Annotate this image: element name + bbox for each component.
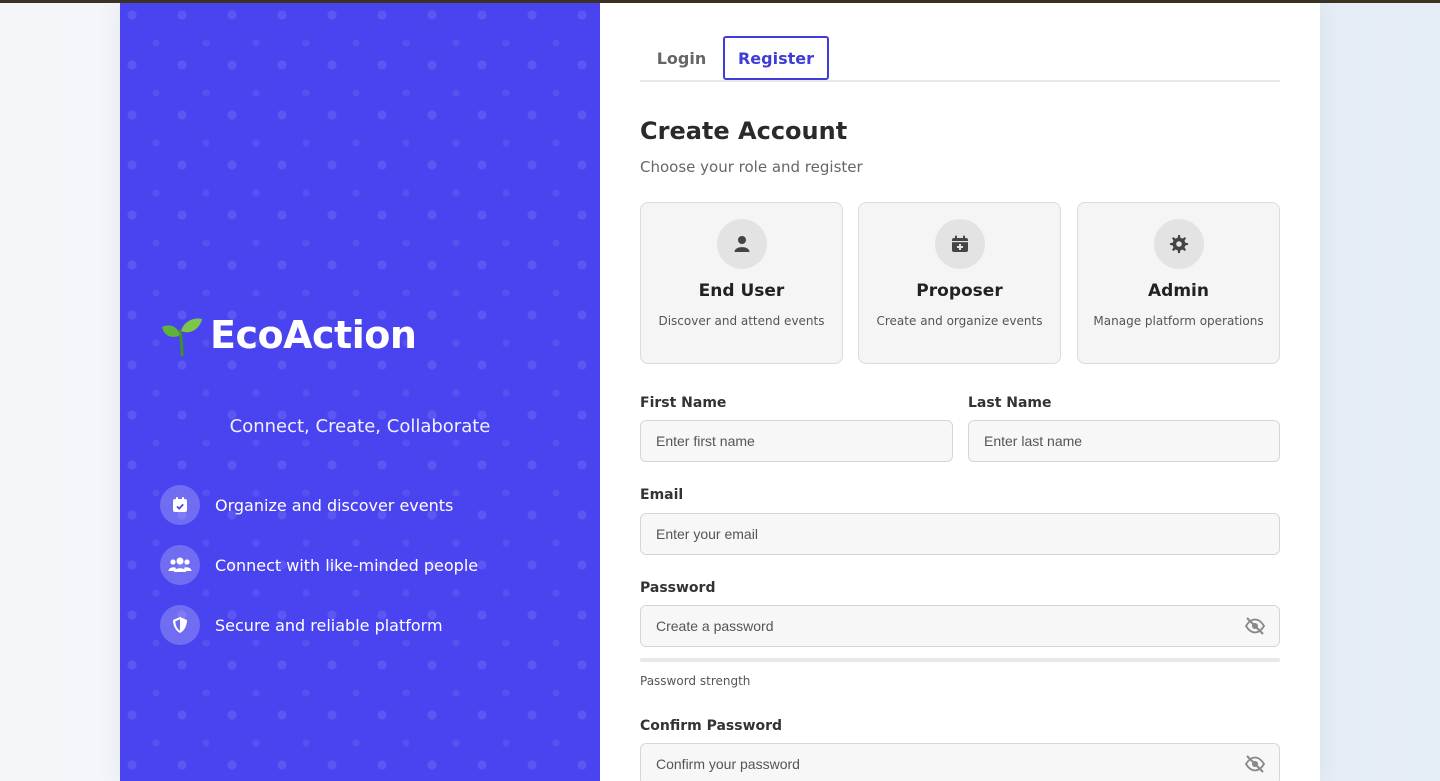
role-selector: End User Discover and attend events Prop… [640, 202, 1280, 364]
calendar-check-icon [160, 485, 200, 525]
gear-icon [1153, 219, 1204, 269]
email-label: Email [640, 487, 684, 503]
user-icon [716, 219, 767, 269]
feature-item: Secure and reliable platform [160, 605, 478, 645]
feature-item: Connect with like-minded people [160, 545, 478, 585]
feature-label: Connect with like-minded people [215, 555, 479, 575]
confirm-password-input[interactable] [640, 743, 1280, 781]
role-description: Create and organize events [876, 314, 1043, 328]
sprout-icon [162, 318, 202, 357]
role-card-proposer[interactable]: Proposer Create and organize events [858, 202, 1061, 364]
confirm-password-label: Confirm Password [640, 718, 783, 734]
feature-list: Organize and discover events Connect wit… [160, 485, 478, 665]
last-name-input[interactable] [968, 420, 1280, 462]
role-title: Admin [1148, 281, 1209, 301]
page-title: Create Account [640, 117, 848, 145]
auth-card: EcoAction Connect, Create, Collaborate O… [120, 3, 1320, 781]
register-panel: Login Register Create Account Choose you… [640, 3, 1280, 781]
auth-tabs: Login Register [640, 36, 1280, 82]
feature-label: Secure and reliable platform [215, 615, 443, 635]
role-description: Manage platform operations [1093, 314, 1264, 328]
brand-tagline: Connect, Create, Collaborate [229, 416, 491, 437]
role-card-admin[interactable]: Admin Manage platform operations [1077, 202, 1280, 364]
last-name-label: Last Name [968, 395, 1052, 411]
feature-item: Organize and discover events [160, 485, 478, 525]
page-subtitle: Choose your role and register [640, 158, 863, 176]
brand-name: EcoAction [210, 313, 417, 357]
role-card-end-user[interactable]: End User Discover and attend events [640, 202, 843, 364]
role-description: Discover and attend events [658, 314, 825, 328]
feature-label: Organize and discover events [215, 495, 454, 515]
first-name-label: First Name [640, 395, 727, 411]
email-input[interactable] [640, 513, 1280, 555]
tab-login[interactable]: Login [640, 36, 723, 80]
users-icon [160, 545, 200, 585]
password-strength-label: Password strength [640, 674, 751, 688]
password-label: Password [640, 580, 716, 596]
role-title: End User [698, 281, 785, 301]
brand: EcoAction [160, 313, 417, 357]
eye-slash-icon[interactable] [1244, 753, 1266, 775]
calendar-plus-icon [934, 219, 985, 269]
hero-panel: EcoAction Connect, Create, Collaborate O… [120, 3, 600, 781]
role-title: Proposer [916, 281, 1003, 301]
password-input[interactable] [640, 605, 1280, 647]
eye-slash-icon[interactable] [1244, 615, 1266, 637]
first-name-input[interactable] [640, 420, 953, 462]
tab-register[interactable]: Register [723, 36, 829, 80]
password-strength-bar [640, 658, 1280, 662]
shield-icon [160, 605, 200, 645]
